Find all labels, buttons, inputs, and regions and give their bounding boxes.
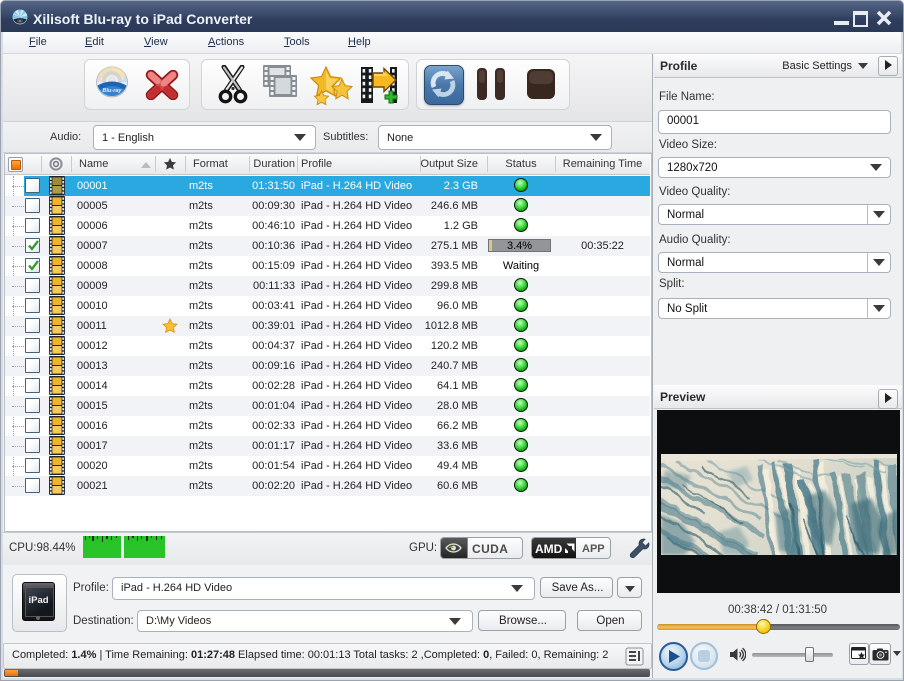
svg-text:Blu-ray: Blu-ray xyxy=(103,88,123,94)
